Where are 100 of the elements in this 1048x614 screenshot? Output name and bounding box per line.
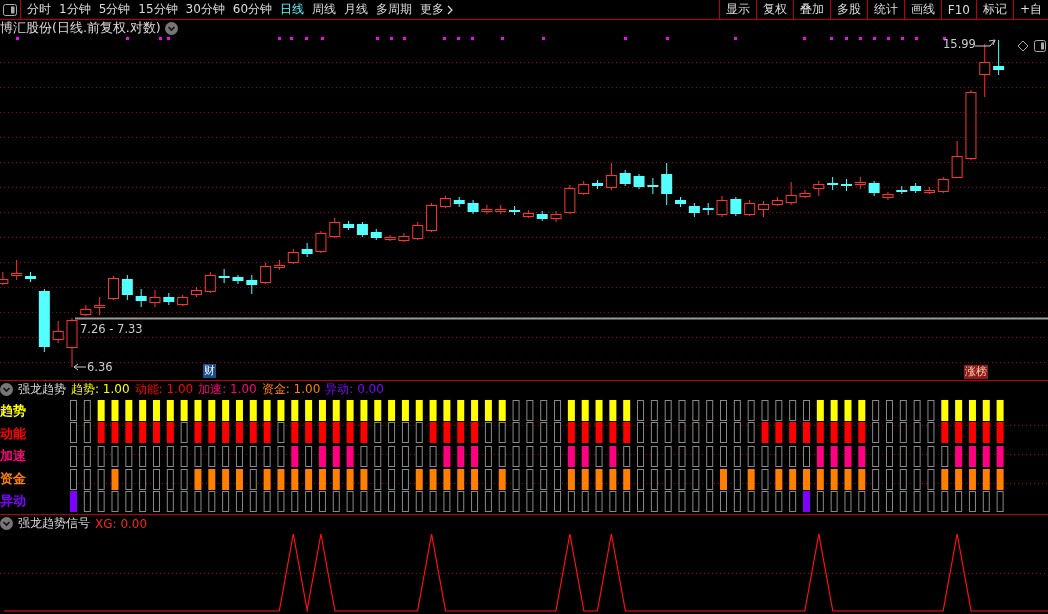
candlestick bbox=[550, 210, 562, 223]
dropdown-icon[interactable] bbox=[0, 383, 13, 396]
candlestick bbox=[937, 176, 949, 194]
candlestick bbox=[854, 176, 866, 190]
candlestick bbox=[965, 89, 977, 161]
row-label: 趋势 bbox=[0, 403, 26, 418]
row-label: 动能 bbox=[0, 425, 26, 441]
price-range-label: 7.26 - 7.33 bbox=[80, 322, 143, 336]
candlestick bbox=[522, 209, 534, 219]
candlestick bbox=[578, 180, 590, 196]
candlestick bbox=[163, 292, 175, 306]
candlestick bbox=[951, 140, 963, 179]
candlestick bbox=[481, 204, 493, 215]
toolbar-button[interactable]: 叠加 bbox=[792, 0, 830, 19]
candlestick bbox=[730, 196, 742, 217]
candlestick bbox=[661, 162, 673, 206]
toolbar-button[interactable]: F10 bbox=[940, 0, 976, 19]
toolbar-button[interactable]: 显示 bbox=[718, 0, 756, 19]
legend-value: 动能: 1.00 bbox=[134, 381, 194, 398]
period-tab[interactable]: 30分钟 bbox=[181, 1, 229, 18]
chart-title: 博汇股份(日线.前复权.对数) bbox=[0, 20, 161, 37]
candlestick bbox=[619, 169, 631, 187]
period-tab[interactable]: 5分钟 bbox=[94, 1, 135, 18]
candlestick bbox=[467, 199, 479, 215]
period-tab[interactable]: 月线 bbox=[340, 1, 373, 18]
candlestick bbox=[744, 199, 756, 217]
candlestick bbox=[923, 186, 935, 195]
candlestick bbox=[979, 43, 991, 98]
period-tab[interactable]: 1分钟 bbox=[55, 1, 95, 18]
candlestick bbox=[509, 205, 521, 216]
candlestick bbox=[384, 234, 396, 242]
candlestick bbox=[52, 320, 64, 344]
toolbar-button[interactable]: 统计 bbox=[866, 0, 904, 19]
toolbar-button[interactable]: 标记 bbox=[975, 0, 1013, 19]
candlestick bbox=[232, 274, 244, 285]
candlestick bbox=[495, 204, 507, 215]
dropdown-icon[interactable] bbox=[164, 22, 178, 35]
event-badge[interactable]: 财 bbox=[203, 364, 216, 378]
candlestick bbox=[799, 189, 811, 199]
candlestick bbox=[66, 317, 78, 368]
candlestick bbox=[301, 242, 313, 258]
chevron-right-icon bbox=[447, 4, 454, 15]
panel-icon bbox=[3, 3, 17, 16]
candlestick bbox=[11, 259, 23, 281]
panel-icon[interactable] bbox=[1034, 40, 1046, 52]
candlestick bbox=[287, 248, 299, 265]
candlestick bbox=[758, 200, 769, 218]
toolbar-button[interactable]: +自 bbox=[1012, 0, 1048, 19]
candlestick bbox=[108, 275, 119, 301]
toolbar-button[interactable]: 画线 bbox=[903, 0, 941, 19]
candlestick bbox=[688, 202, 700, 218]
period-tab[interactable]: 日线 bbox=[276, 1, 309, 18]
candlestick bbox=[896, 185, 908, 195]
period-tab[interactable]: 15分钟 bbox=[134, 1, 182, 18]
legend-value: XG: 0.00 bbox=[95, 516, 148, 531]
panel-toggle-button[interactable] bbox=[0, 0, 21, 19]
period-tab[interactable]: 60分钟 bbox=[228, 1, 277, 18]
candlestick bbox=[204, 271, 216, 294]
period-tab[interactable]: 周线 bbox=[308, 1, 341, 18]
candlestick bbox=[412, 221, 424, 241]
event-badge[interactable]: 涨榜 bbox=[964, 365, 988, 379]
toolbar-button[interactable]: 多股 bbox=[829, 0, 867, 19]
candlestick bbox=[80, 304, 92, 317]
dropdown-icon[interactable] bbox=[0, 517, 13, 530]
candlestick bbox=[785, 181, 797, 206]
candlestick bbox=[370, 228, 382, 241]
row-label: 异动 bbox=[0, 493, 26, 509]
candlestick bbox=[218, 268, 230, 284]
candlestick bbox=[246, 274, 258, 295]
diamond-icon[interactable] bbox=[1017, 40, 1029, 52]
period-tab[interactable]: 多周期 bbox=[372, 1, 417, 18]
legend-value: 异动: 0.00 bbox=[325, 381, 384, 398]
candlestick bbox=[38, 288, 50, 353]
row-label: 资金 bbox=[0, 470, 26, 486]
low-price-label: 6.36 bbox=[87, 360, 113, 374]
candlestick bbox=[868, 180, 880, 197]
candlestick bbox=[827, 176, 839, 191]
candlestick bbox=[121, 274, 133, 301]
candlestick bbox=[536, 210, 548, 222]
candlestick bbox=[675, 196, 686, 208]
legend-value: 资金: 1.00 bbox=[261, 381, 321, 398]
candlestick bbox=[149, 289, 161, 308]
legend-value: 趋势: 1.00 bbox=[71, 381, 130, 398]
more-button[interactable]: 更多 bbox=[416, 1, 458, 18]
candlestick bbox=[190, 286, 202, 298]
candlestick bbox=[398, 232, 410, 243]
candlestick bbox=[633, 173, 645, 190]
candlestick bbox=[813, 180, 825, 197]
period-tab[interactable]: 分时 bbox=[23, 1, 55, 18]
candlestick bbox=[647, 177, 659, 195]
candlestick bbox=[882, 191, 894, 201]
candlestick bbox=[841, 178, 852, 192]
candlestick bbox=[716, 195, 728, 218]
arrow-icon bbox=[73, 363, 87, 371]
candlestick bbox=[25, 271, 36, 283]
candlestick bbox=[315, 230, 327, 254]
candlestick bbox=[771, 196, 783, 207]
candlestick bbox=[0, 271, 9, 286]
legend-value: 加速: 1.00 bbox=[198, 381, 257, 398]
toolbar-button[interactable]: 复权 bbox=[755, 0, 793, 19]
